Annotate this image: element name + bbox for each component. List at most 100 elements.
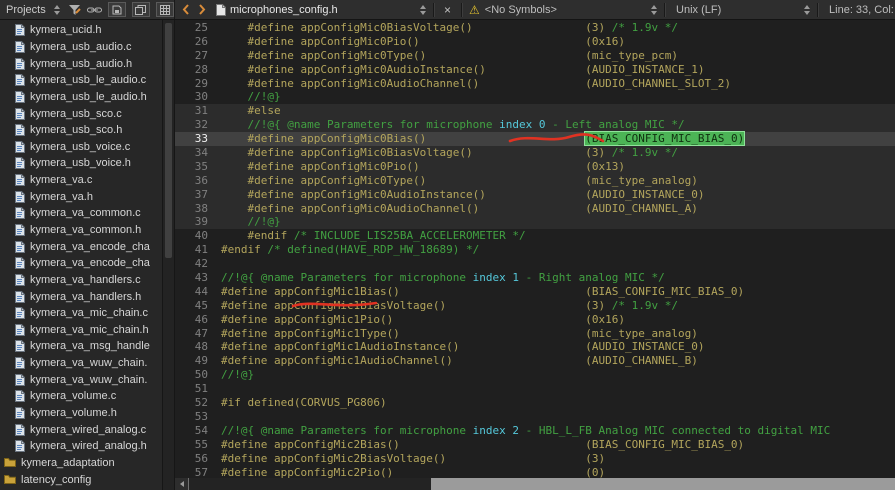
code-line[interactable]: 40 #endif /* INCLUDE_LIS25BA_ACCELEROMET… (175, 229, 895, 243)
code-line[interactable]: 34 #define appConfigMic0BiasVoltage() (3… (175, 146, 895, 160)
line-text: #define appConfigMic0AudioChannel() (AUD… (221, 76, 731, 90)
sidebar-item[interactable]: kymera_usb_le_audio.c (0, 72, 162, 89)
sidebar-item[interactable]: kymera_va_mic_chain.c (0, 305, 162, 322)
code-line[interactable]: 44 #define appConfigMic1Bias() (BIAS_CONF… (175, 285, 895, 299)
horizontal-scrollbar-thumb[interactable] (189, 478, 431, 490)
warning-icon: ⚠ (469, 2, 480, 17)
sidebar-item[interactable]: kymera_volume.c (0, 388, 162, 405)
projects-dropdown[interactable]: Projects (6, 4, 46, 16)
file-icon (15, 390, 25, 403)
code-line[interactable]: 39 //!@} (175, 215, 895, 230)
forward-chevron-icon[interactable] (194, 4, 210, 15)
sidebar-item[interactable]: kymera_adaptation (0, 455, 162, 472)
code-line[interactable]: 29 #define appConfigMic0AudioChannel() (… (175, 77, 895, 91)
code-line[interactable]: 35 #define appConfigMic0Pio() (0x13) (175, 159, 895, 174)
sidebar-item-label: kymera_va_handlers.c (30, 273, 141, 286)
sidebar-item[interactable]: kymera_usb_audio.c (0, 39, 162, 56)
sidebar-scrollbar-thumb[interactable] (165, 23, 172, 258)
code-line[interactable]: 32 //!@{ @name Parameters for microphone… (175, 118, 895, 133)
code-line[interactable]: 37 #define appConfigMic0AudioInstance() … (175, 187, 895, 202)
line-number: 33 (194, 132, 208, 146)
horizontal-scrollbar[interactable] (175, 478, 895, 490)
file-dropdown-arrows-icon[interactable] (420, 4, 426, 15)
sidebar-item[interactable]: kymera_wired_analog.h (0, 438, 162, 455)
file-icon (15, 440, 25, 453)
sidebar-item[interactable]: kymera_va.h (0, 188, 162, 205)
sidebar-item[interactable]: kymera_va_msg_handle (0, 338, 162, 355)
encoding-dropdown[interactable]: Unix (LF) (676, 4, 721, 16)
code-line[interactable]: 30 //!@} (175, 90, 895, 104)
sidebar-item[interactable]: kymera_ucid.h (0, 22, 162, 39)
sidebar-item[interactable]: kymera_wired_analog.c (0, 421, 162, 438)
sidebar-item[interactable]: kymera_volume.h (0, 405, 162, 422)
save-button[interactable] (107, 2, 126, 17)
code-line[interactable]: 53 (175, 410, 895, 424)
sidebar-item-label: kymera_usb_voice.h (30, 157, 131, 170)
code-line[interactable]: 51 (175, 382, 895, 396)
code-line[interactable]: 31 #else (175, 104, 895, 119)
file-icon (15, 257, 25, 270)
sidebar-item-label: kymera_va_encode_cha (30, 240, 150, 253)
code-line[interactable]: 28 #define appConfigMic0AudioInstance() … (175, 63, 895, 77)
code-line[interactable]: 47 #define appConfigMic1Type() (mic_type_… (175, 327, 895, 341)
sidebar-item[interactable]: kymera_va_mic_chain.h (0, 322, 162, 339)
sidebar-item[interactable]: kymera_usb_le_audio.h (0, 89, 162, 106)
code-line[interactable]: 26 #define appConfigMic0Pio() (0x16) (175, 35, 895, 49)
code-line[interactable]: 45 #define appConfigMic1BiasVoltage() (3)… (175, 299, 895, 313)
encoding-group: Unix (LF) (670, 4, 812, 16)
sidebar-item[interactable]: kymera_usb_voice.h (0, 155, 162, 172)
encoding-dropdown-arrows-icon[interactable] (804, 4, 811, 15)
scroll-left-button[interactable] (175, 478, 189, 490)
code-line[interactable]: 54 //!@{ @name Parameters for microphone … (175, 424, 895, 438)
sidebar-item[interactable]: latency_config (0, 471, 162, 488)
code-line[interactable]: 41 #endif /* defined(HAVE_RDP_HW_18689) *… (175, 243, 895, 257)
close-icon[interactable]: × (439, 3, 456, 17)
file-icon (15, 240, 25, 253)
link-icon[interactable] (86, 5, 102, 15)
code-line[interactable]: 48 #define appConfigMic1AudioInstance() (… (175, 340, 895, 354)
sidebar-scrollbar[interactable] (162, 20, 175, 490)
sidebar-item-label: kymera_usb_sco.c (30, 107, 122, 120)
code-line[interactable]: 46 #define appConfigMic1Pio() (0x16) (175, 313, 895, 327)
cascade-windows-button[interactable] (131, 2, 150, 17)
code-line[interactable]: 42 (175, 257, 895, 271)
sidebar-item-label: kymera_va_mic_chain.c (30, 307, 148, 320)
code-line[interactable]: 43 //!@{ @name Parameters for microphone … (175, 271, 895, 285)
sidebar-item[interactable]: kymera_usb_sco.h (0, 122, 162, 139)
code-line[interactable]: 50 //!@} (175, 368, 895, 382)
folder-icon (4, 457, 16, 468)
sidebar-item[interactable]: kymera_va_common.c (0, 205, 162, 222)
file-tab[interactable]: microphones_config.h (230, 4, 338, 16)
code-line[interactable]: 55 #define appConfigMic2Bias() (BIAS_CONF… (175, 438, 895, 452)
sidebar-item[interactable]: kymera_usb_sco.c (0, 105, 162, 122)
code-line[interactable]: 38 #define appConfigMic0AudioChannel() (… (175, 201, 895, 216)
symbols-dropdown[interactable]: <No Symbols> (485, 4, 557, 16)
code-line[interactable]: 27 #define appConfigMic0Type() (mic_type… (175, 49, 895, 63)
grid-view-button[interactable] (155, 2, 174, 17)
projects-dropdown-arrows-icon[interactable] (53, 4, 60, 15)
code-line[interactable]: 49 #define appConfigMic1AudioChannel() (A… (175, 354, 895, 368)
sidebar-item[interactable]: kymera_va_handlers.h (0, 288, 162, 305)
code-editor[interactable]: 25 #define appConfigMic0BiasVoltage() (3… (175, 20, 895, 490)
code-line[interactable]: 52 #if defined(CORVUS_PG806) (175, 396, 895, 410)
line-number: 28 (194, 62, 208, 76)
code-line[interactable]: 36 #define appConfigMic0Type() (mic_type… (175, 173, 895, 188)
sidebar-item[interactable]: kymera_va_wuw_chain. (0, 371, 162, 388)
sidebar-item[interactable]: kymera_va_common.h (0, 222, 162, 239)
sidebar-item[interactable]: kymera_usb_audio.h (0, 55, 162, 72)
sidebar-item[interactable]: kymera_va_encode_cha (0, 255, 162, 272)
sidebar-file-list[interactable]: kymera_ucid.h kymera_usb_audio.c kymera_us… (0, 20, 162, 490)
line-number: 53 (194, 409, 208, 423)
code-line[interactable]: 56 #define appConfigMic2BiasVoltage() (3) (175, 452, 895, 466)
symbols-dropdown-arrows-icon[interactable] (651, 4, 658, 15)
caret-position-group: Line: 33, Col: (823, 4, 895, 16)
sidebar-item[interactable]: kymera_va_encode_cha (0, 238, 162, 255)
sidebar-item[interactable]: kymera_va_wuw_chain. (0, 355, 162, 372)
code-line[interactable]: 33 #define appConfigMic0Bias() (BIAS_CON… (175, 131, 895, 147)
back-chevron-icon[interactable] (178, 4, 194, 15)
sidebar-item[interactable]: kymera_va_handlers.c (0, 272, 162, 289)
code-line[interactable]: 25 #define appConfigMic0BiasVoltage() (3… (175, 21, 895, 35)
sidebar-item[interactable]: kymera_usb_voice.c (0, 138, 162, 155)
filter-icon[interactable] (68, 4, 81, 16)
sidebar-item[interactable]: kymera_va.c (0, 172, 162, 189)
